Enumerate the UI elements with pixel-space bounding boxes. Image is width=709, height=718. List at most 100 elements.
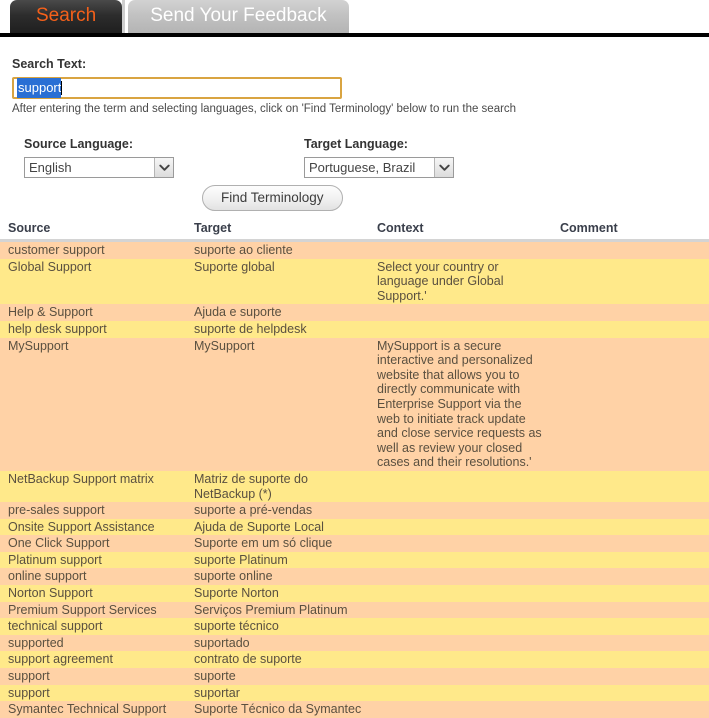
cell-context	[369, 320, 552, 338]
cell-comment	[552, 240, 709, 259]
cell-comment	[552, 651, 709, 669]
tab-send-your-feedback[interactable]: Send Your Feedback	[128, 0, 349, 33]
cell-comment	[552, 551, 709, 569]
table-row[interactable]: customer support suporte ao cliente	[0, 240, 709, 259]
cell-source: technical support	[0, 618, 186, 635]
cell-comment	[552, 320, 709, 338]
cell-context	[369, 668, 552, 685]
table-row[interactable]: supported suportado	[0, 634, 709, 652]
cell-target: Ajuda e suporte	[186, 304, 369, 321]
table-row[interactable]: One Click Support Suporte em um só clique	[0, 535, 709, 552]
cell-comment	[552, 701, 709, 718]
search-text-label: Search Text:	[12, 57, 87, 71]
cell-context	[369, 568, 552, 586]
cell-comment	[552, 601, 709, 619]
cell-source: Norton Support	[0, 585, 186, 602]
results-table-head: Source Target Context Comment	[0, 221, 709, 242]
search-hint-text: After entering the term and selecting la…	[12, 103, 517, 115]
table-row[interactable]: help desk support suporte de helpdesk	[0, 320, 709, 338]
table-row[interactable]: online support suporte online	[0, 568, 709, 586]
cell-comment	[552, 502, 709, 519]
cell-context	[369, 634, 552, 652]
table-row[interactable]: support agreement contrato de suporte	[0, 651, 709, 669]
cell-context	[369, 701, 552, 718]
cell-context	[369, 585, 552, 602]
cell-comment	[552, 618, 709, 635]
cell-context	[369, 651, 552, 669]
search-form: Search Text: support After entering the …	[0, 36, 709, 211]
cell-target: suporte online	[186, 568, 369, 586]
chevron-down-icon	[434, 158, 453, 177]
cell-source: help desk support	[0, 320, 186, 338]
table-row[interactable]: Global Support Suporte global Select your …	[0, 258, 709, 305]
cell-target: suporte técnico	[186, 618, 369, 635]
cell-target: suporte	[186, 668, 369, 685]
cell-target: Suporte Técnico da Symantec	[186, 701, 369, 718]
cell-comment	[552, 258, 709, 305]
table-row[interactable]: Norton Support Suporte Norton	[0, 585, 709, 602]
cell-comment	[552, 337, 709, 471]
table-row[interactable]: Premium Support Services Serviços Premium…	[0, 601, 709, 619]
results-header-row: Source Target Context Comment	[0, 221, 709, 242]
cell-target: MySupport	[186, 337, 369, 471]
cell-source: supported	[0, 634, 186, 652]
table-row[interactable]: Platinum support suporte Platinum	[0, 551, 709, 569]
table-row[interactable]: support suportar	[0, 684, 709, 702]
cell-target: suportar	[186, 684, 369, 702]
chevron-down-icon	[154, 158, 173, 177]
cell-target: contrato de suporte	[186, 651, 369, 669]
cell-target: suporte ao cliente	[186, 240, 369, 259]
cell-target: suporte Platinum	[186, 551, 369, 569]
cell-source: support	[0, 668, 186, 685]
table-row[interactable]: NetBackup Support matrix Matriz de suport…	[0, 470, 709, 503]
cell-comment	[552, 518, 709, 536]
cell-source: support	[0, 684, 186, 702]
table-row[interactable]: pre-sales support suporte a pré-vendas	[0, 502, 709, 519]
cell-target: suporte de helpdesk	[186, 320, 369, 338]
language-selectors: Source Language: English Target Language…	[12, 137, 709, 193]
search-input-value: support	[17, 78, 62, 98]
table-row[interactable]: support suporte	[0, 668, 709, 685]
tab-divider	[122, 0, 126, 33]
tab-bar: Search Send Your Feedback	[0, 0, 709, 37]
source-language-value: English	[29, 160, 72, 175]
tab-search-label: Search	[36, 5, 97, 26]
cell-context	[369, 618, 552, 635]
column-header-source: Source	[0, 221, 186, 242]
cell-source: MySupport	[0, 337, 186, 471]
cell-source: Platinum support	[0, 551, 186, 569]
cell-context: MySupport is a secure interactive and pe…	[369, 337, 552, 471]
cell-context	[369, 535, 552, 552]
cell-context: Select your country or language under Gl…	[369, 258, 552, 305]
table-row[interactable]: technical support suporte técnico	[0, 618, 709, 635]
cell-comment	[552, 470, 709, 503]
cell-comment	[552, 684, 709, 702]
tab-underline-bar	[0, 33, 709, 37]
cell-target: Serviços Premium Platinum	[186, 601, 369, 619]
results-section: Source Target Context Comment customer s…	[0, 221, 709, 718]
target-language-select[interactable]: Portuguese, Brazil	[304, 157, 454, 178]
table-row[interactable]: Symantec Technical Support Suporte Técnic…	[0, 701, 709, 718]
tab-list: Search Send Your Feedback	[0, 0, 709, 33]
tab-search[interactable]: Search	[10, 0, 123, 33]
cell-source: One Click Support	[0, 535, 186, 552]
cell-comment	[552, 535, 709, 552]
cell-target: Suporte global	[186, 258, 369, 305]
cell-source: online support	[0, 568, 186, 586]
source-language-group: Source Language: English	[24, 137, 174, 178]
cell-source: Premium Support Services	[0, 601, 186, 619]
column-header-context: Context	[369, 221, 552, 242]
tab-send-your-feedback-label: Send Your Feedback	[150, 5, 327, 26]
cell-target: suportado	[186, 634, 369, 652]
cell-comment	[552, 304, 709, 321]
table-row[interactable]: MySupport MySupport MySupport is a secure …	[0, 337, 709, 471]
cell-target: Ajuda de Suporte Local	[186, 518, 369, 536]
table-row[interactable]: Onsite Support Assistance Ajuda de Suport…	[0, 518, 709, 536]
results-table: Source Target Context Comment customer s…	[0, 221, 709, 718]
search-input[interactable]: support	[12, 77, 342, 99]
target-language-label: Target Language:	[304, 137, 408, 151]
source-language-select[interactable]: English	[24, 157, 174, 178]
cell-source: pre-sales support	[0, 502, 186, 519]
cell-context	[369, 551, 552, 569]
table-row[interactable]: Help & Support Ajuda e suporte	[0, 304, 709, 321]
